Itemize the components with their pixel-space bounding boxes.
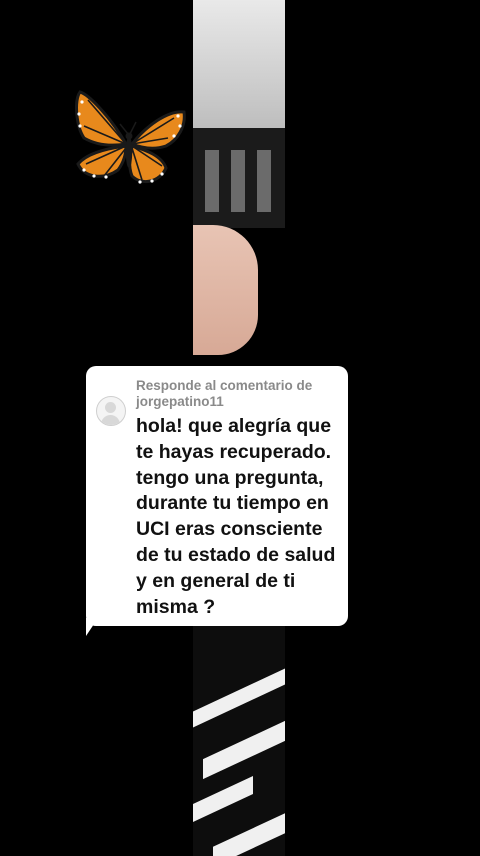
headboard-slat <box>205 150 219 212</box>
monarch-butterfly-icon <box>75 90 186 184</box>
commenter-username: jorgepatino11 <box>136 394 224 409</box>
reply-label: Responde al comentario de jorgepatino11 <box>136 378 341 410</box>
reply-label-prefix: Responde al comentario de <box>136 378 313 393</box>
ceiling <box>193 0 285 130</box>
reply-card-tail <box>86 618 98 636</box>
headboard-slat <box>231 150 245 212</box>
avatar-icon <box>96 396 126 426</box>
arm <box>193 225 258 355</box>
comment-text: hola! que alegría que te hayas recuperad… <box>136 415 336 618</box>
headboard-slat <box>257 150 271 212</box>
